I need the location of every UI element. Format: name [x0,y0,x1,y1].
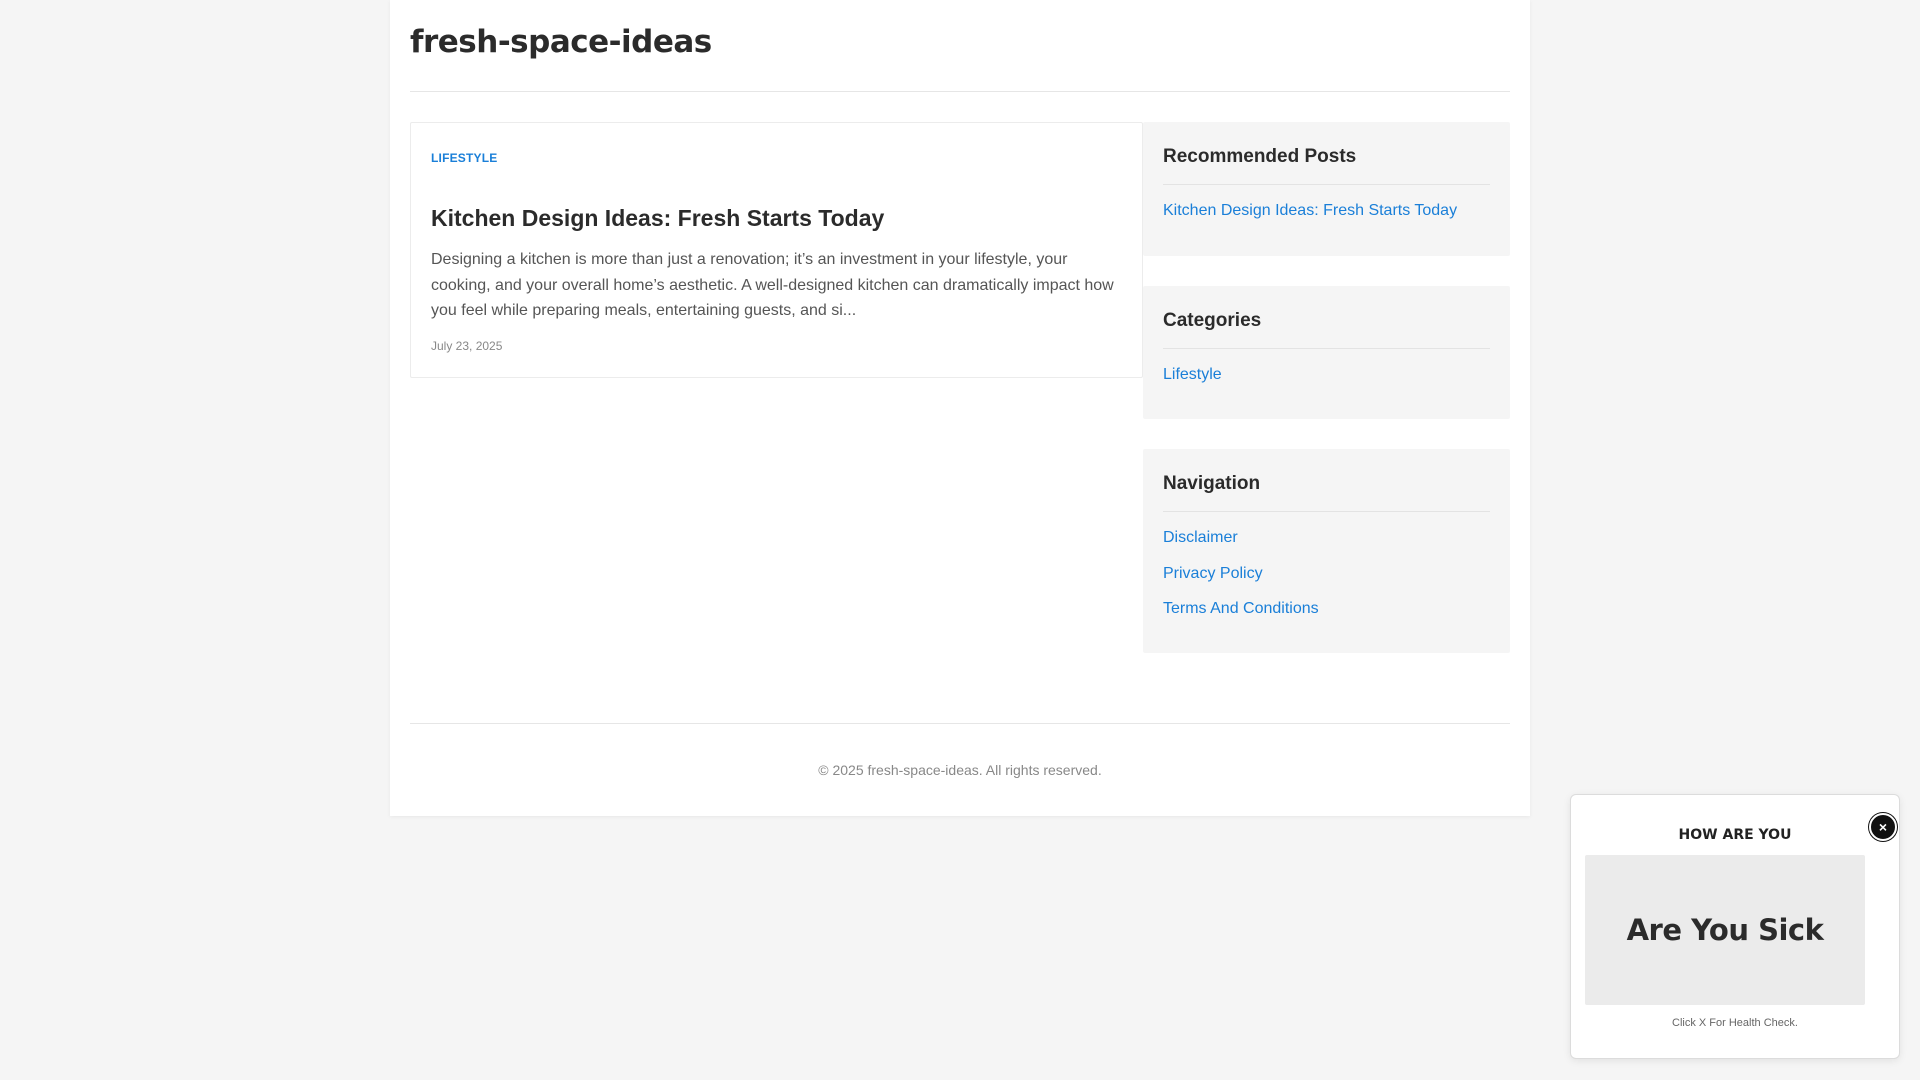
post-card: LIFESTYLE Kitchen Design Ideas: Fresh St… [410,122,1143,378]
recommended-posts-list: Kitchen Design Ideas: Fresh Starts Today [1163,202,1457,238]
list-item: Kitchen Design Ideas: Fresh Starts Today [1163,202,1457,238]
widget-title: Recommended Posts [1163,146,1490,185]
list-item: Terms And Conditions [1163,600,1319,636]
categories-widget: Categories Lifestyle [1143,286,1510,419]
health-check-popup: HOW ARE YOU × Are You Sick Click X For H… [1570,794,1900,1059]
site-footer: © 2025 fresh-space-ideas. All rights res… [410,723,1510,816]
nav-link-disclaimer[interactable]: Disclaimer [1163,529,1238,546]
post-category-link[interactable]: LIFESTYLE [431,151,497,165]
nav-link-privacy-policy[interactable]: Privacy Policy [1163,565,1263,582]
popup-caption: Click X For Health Check. [1672,1017,1798,1029]
post-excerpt: Designing a kitchen is more than just a … [431,251,1114,319]
page-container: fresh-space-ideas LIFESTYLE Kitchen Desi… [390,0,1530,816]
popup-banner-text: Are You Sick [1626,913,1824,947]
close-icon[interactable]: × [1869,813,1897,841]
popup-heading: HOW ARE YOU [1678,827,1792,843]
category-link-lifestyle[interactable]: Lifestyle [1163,366,1222,383]
post-title[interactable]: Kitchen Design Ideas: Fresh Starts Today [431,205,884,232]
widget-title: Navigation [1163,473,1490,512]
nav-link-terms-and-conditions[interactable]: Terms And Conditions [1163,600,1319,617]
footer-copyright: © 2025 fresh-space-ideas. All rights res… [818,762,1102,778]
navigation-widget: Navigation Disclaimer Privacy Policy Ter… [1143,449,1510,653]
navigation-list: Disclaimer Privacy Policy Terms And Cond… [1163,529,1319,636]
recommended-posts-widget: Recommended Posts Kitchen Design Ideas: … [1143,122,1510,256]
list-item: Disclaimer [1163,529,1319,565]
post-date: July 23, 2025 [431,339,503,353]
popup-banner[interactable]: Are You Sick [1585,855,1865,1005]
site-header: fresh-space-ideas [410,0,1510,92]
categories-list: Lifestyle [1163,366,1222,402]
list-item: Lifestyle [1163,366,1222,402]
widget-title: Categories [1163,310,1490,349]
recommended-post-link[interactable]: Kitchen Design Ideas: Fresh Starts Today [1163,202,1457,219]
site-title[interactable]: fresh-space-ideas [410,24,712,60]
list-item: Privacy Policy [1163,565,1319,601]
